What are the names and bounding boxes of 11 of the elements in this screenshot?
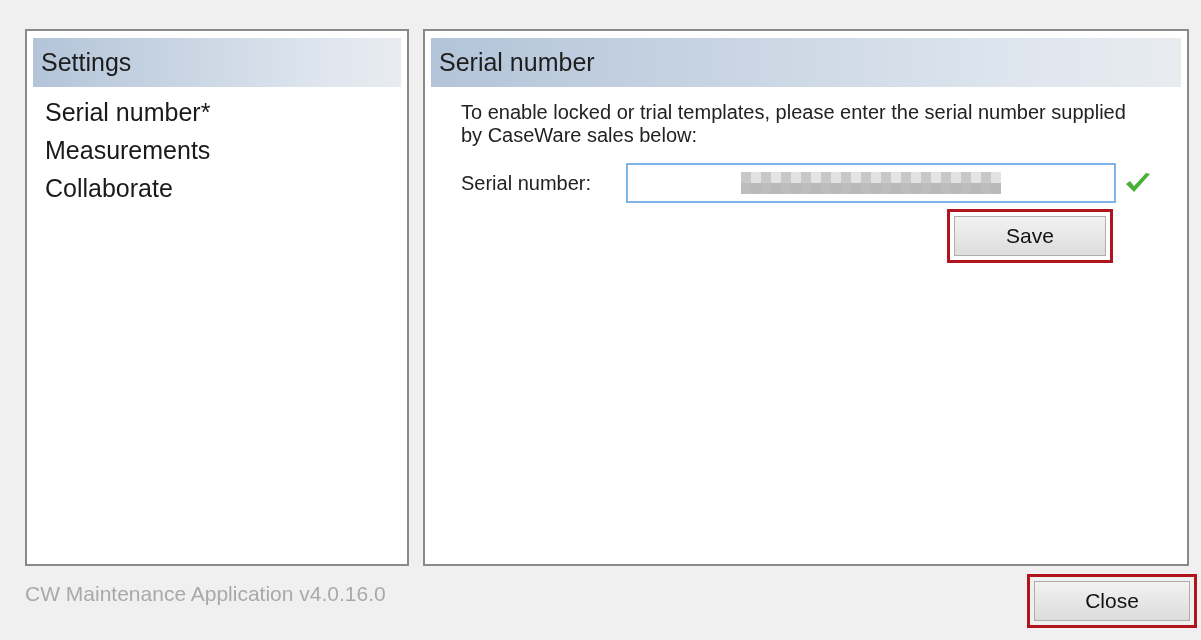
instructions-text: To enable locked or trial templates, please enter the serial number supplied by CaseWare sales below: (461, 101, 1127, 147)
version-text: CW Maintenance Application v4.0.16.0 (25, 582, 386, 606)
settings-item[interactable]: Serial number* (33, 93, 401, 131)
save-button[interactable]: Save (954, 216, 1106, 256)
settings-item[interactable]: Collaborate (33, 169, 401, 207)
settings-item[interactable]: Measurements (33, 131, 401, 169)
serial-number-field[interactable] (626, 163, 1116, 203)
panel-header: Serial number (431, 38, 1181, 87)
close-button[interactable]: Close (1034, 581, 1190, 621)
list-header: Settings (33, 38, 401, 87)
field-label: Serial number: (461, 171, 593, 195)
